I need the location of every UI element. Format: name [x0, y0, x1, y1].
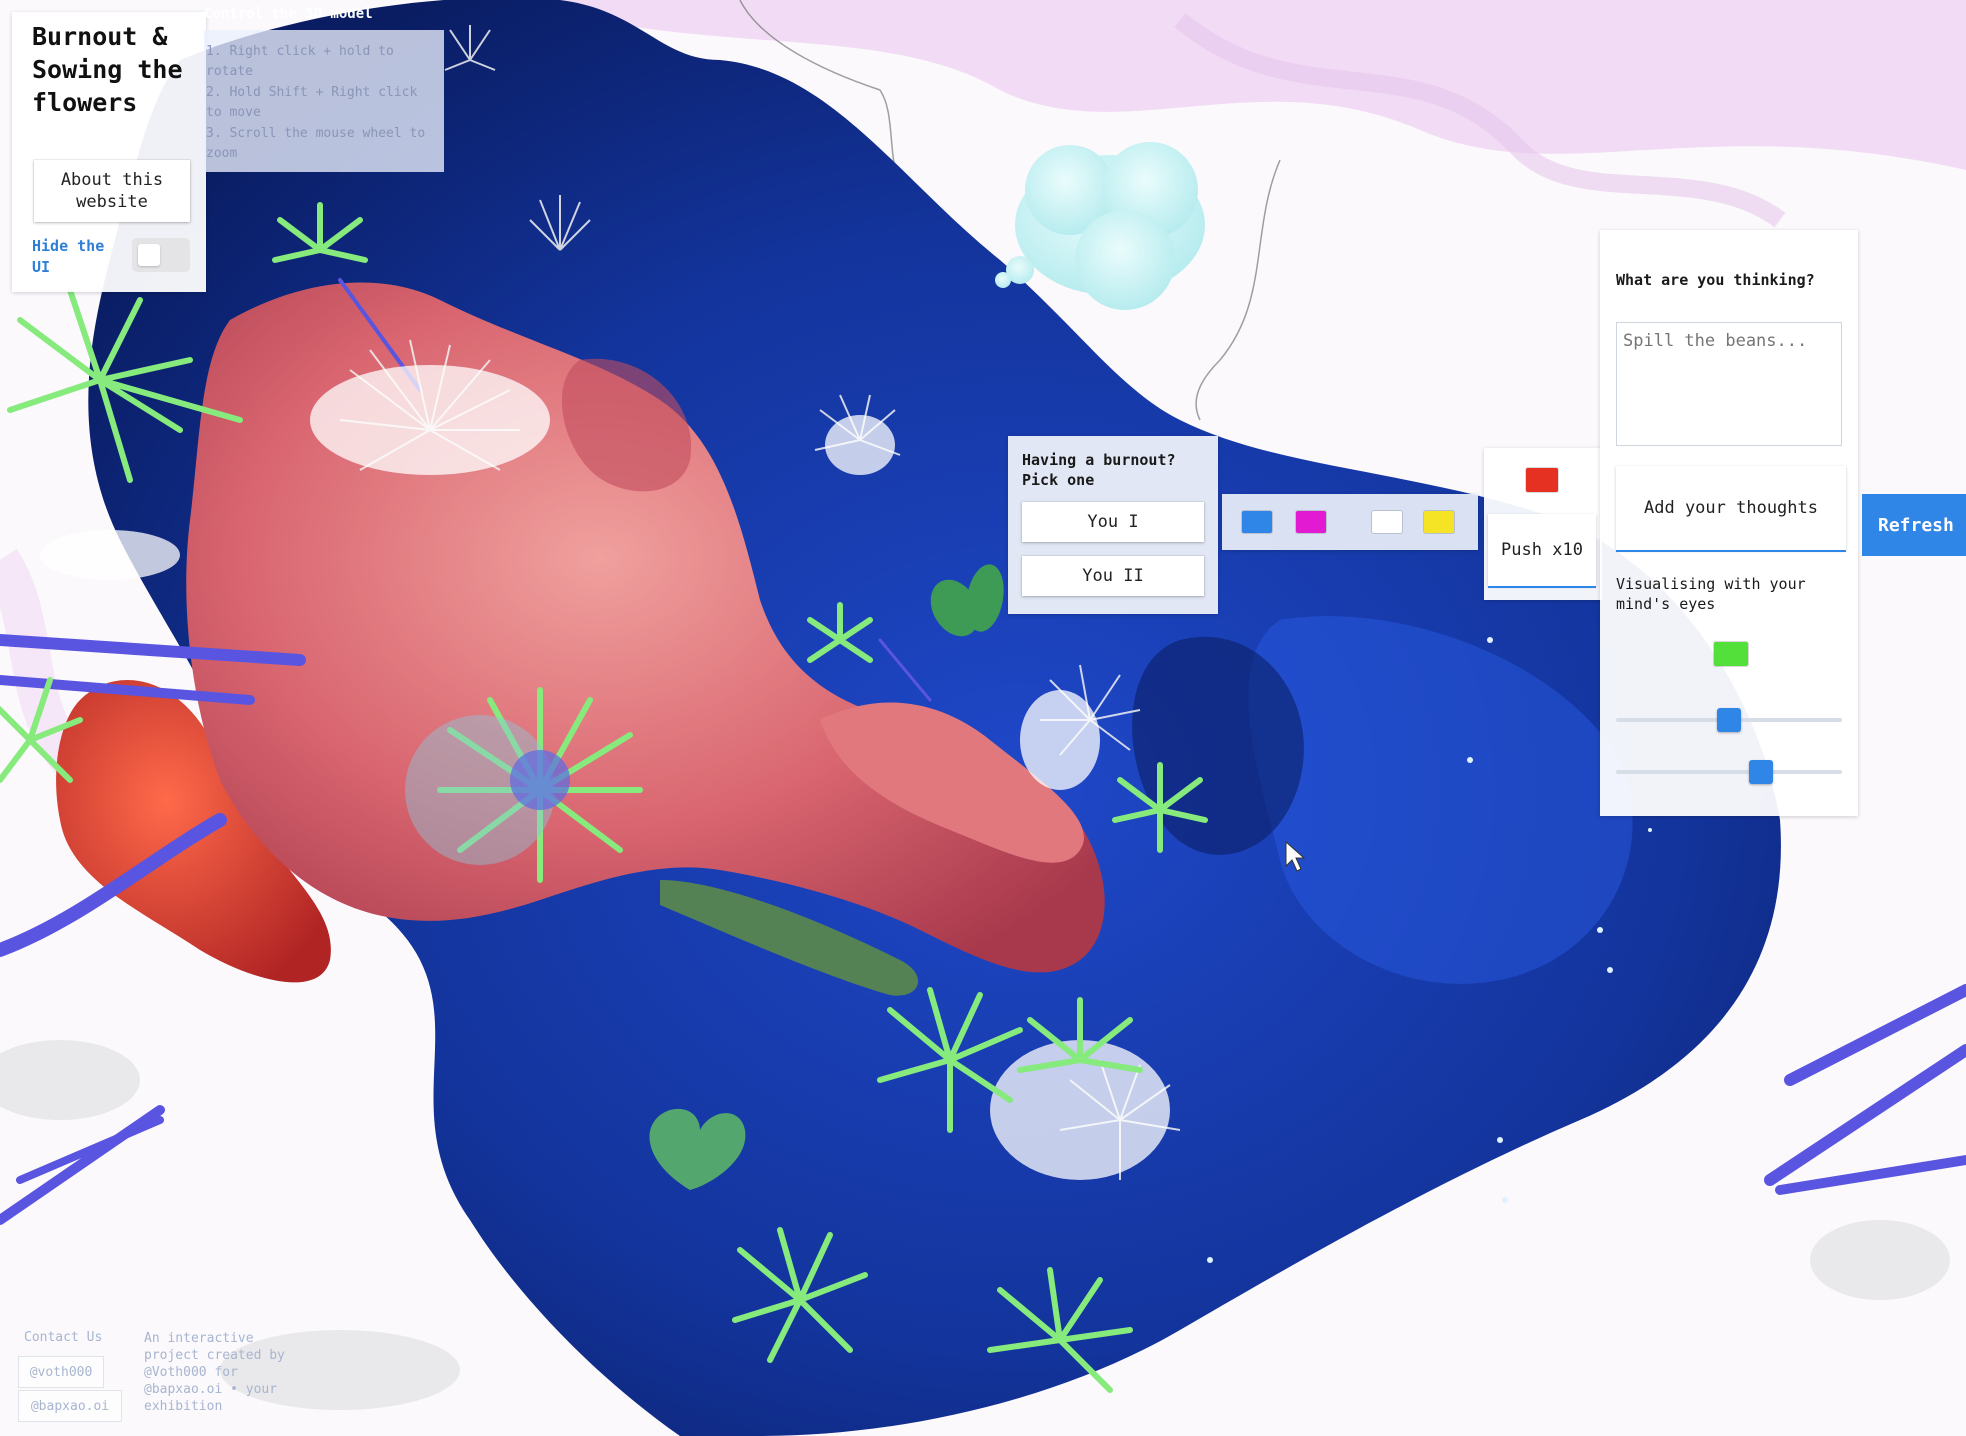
magenta-swatch[interactable] [1296, 511, 1326, 533]
controls-hint-heading: Control the 3D model [204, 6, 373, 22]
slider-2[interactable] [1616, 760, 1842, 784]
red-swatch[interactable] [1526, 468, 1558, 492]
push-x10-button[interactable]: Push x10 [1488, 514, 1596, 586]
push-panel: Push x10 [1484, 448, 1602, 600]
about-website-button[interactable]: About this website [34, 160, 190, 222]
burnout-picker-panel: Having a burnout? Pick one You I You II [1008, 436, 1218, 614]
green-swatch[interactable] [1714, 642, 1748, 666]
add-thoughts-button[interactable]: Add your thoughts [1616, 466, 1846, 550]
slider-2-thumb[interactable] [1749, 760, 1773, 784]
controls-hint-line-3: 3. Scroll the mouse wheel to zoom [206, 126, 426, 161]
site-title: Burnout & Sowing the flowers [32, 22, 183, 117]
toggle-knob [138, 244, 160, 266]
contact-handle-1[interactable]: @voth000 [18, 1356, 104, 1388]
you-ii-button[interactable]: You II [1022, 556, 1204, 596]
hide-ui-toggle[interactable] [132, 238, 190, 272]
controls-hint-line-1: 1. Right click + hold to rotate [206, 44, 394, 79]
contact-handle-2[interactable]: @bapxao.oi [18, 1390, 122, 1422]
visualise-label: Visualising with your mind's eyes [1616, 575, 1806, 613]
you-i-button[interactable]: You I [1022, 502, 1204, 542]
slider-2-track [1616, 770, 1842, 774]
yellow-swatch[interactable] [1424, 511, 1454, 533]
thoughts-textarea[interactable] [1616, 322, 1842, 446]
slider-1-thumb[interactable] [1717, 708, 1741, 732]
color-swatch-strip [1222, 494, 1478, 550]
credits-text: An interactive project created by @Voth0… [144, 1331, 285, 1414]
slider-1[interactable] [1616, 708, 1842, 732]
blue-swatch[interactable] [1242, 511, 1272, 533]
controls-hint-line-2: 2. Hold Shift + Right click to move [206, 85, 418, 120]
thinking-question: What are you thinking? [1616, 271, 1815, 289]
thoughts-panel: What are you thinking? Add your thoughts… [1600, 230, 1858, 816]
contact-label: Contact Us [24, 1330, 103, 1345]
refresh-button[interactable]: Refresh [1862, 494, 1966, 556]
burnout-question: Having a burnout? Pick one [1022, 451, 1176, 489]
title-panel: Burnout & Sowing the flowers About this … [12, 12, 206, 292]
white-swatch[interactable] [1372, 511, 1402, 533]
hide-ui-label: Hide the UI [32, 237, 105, 276]
